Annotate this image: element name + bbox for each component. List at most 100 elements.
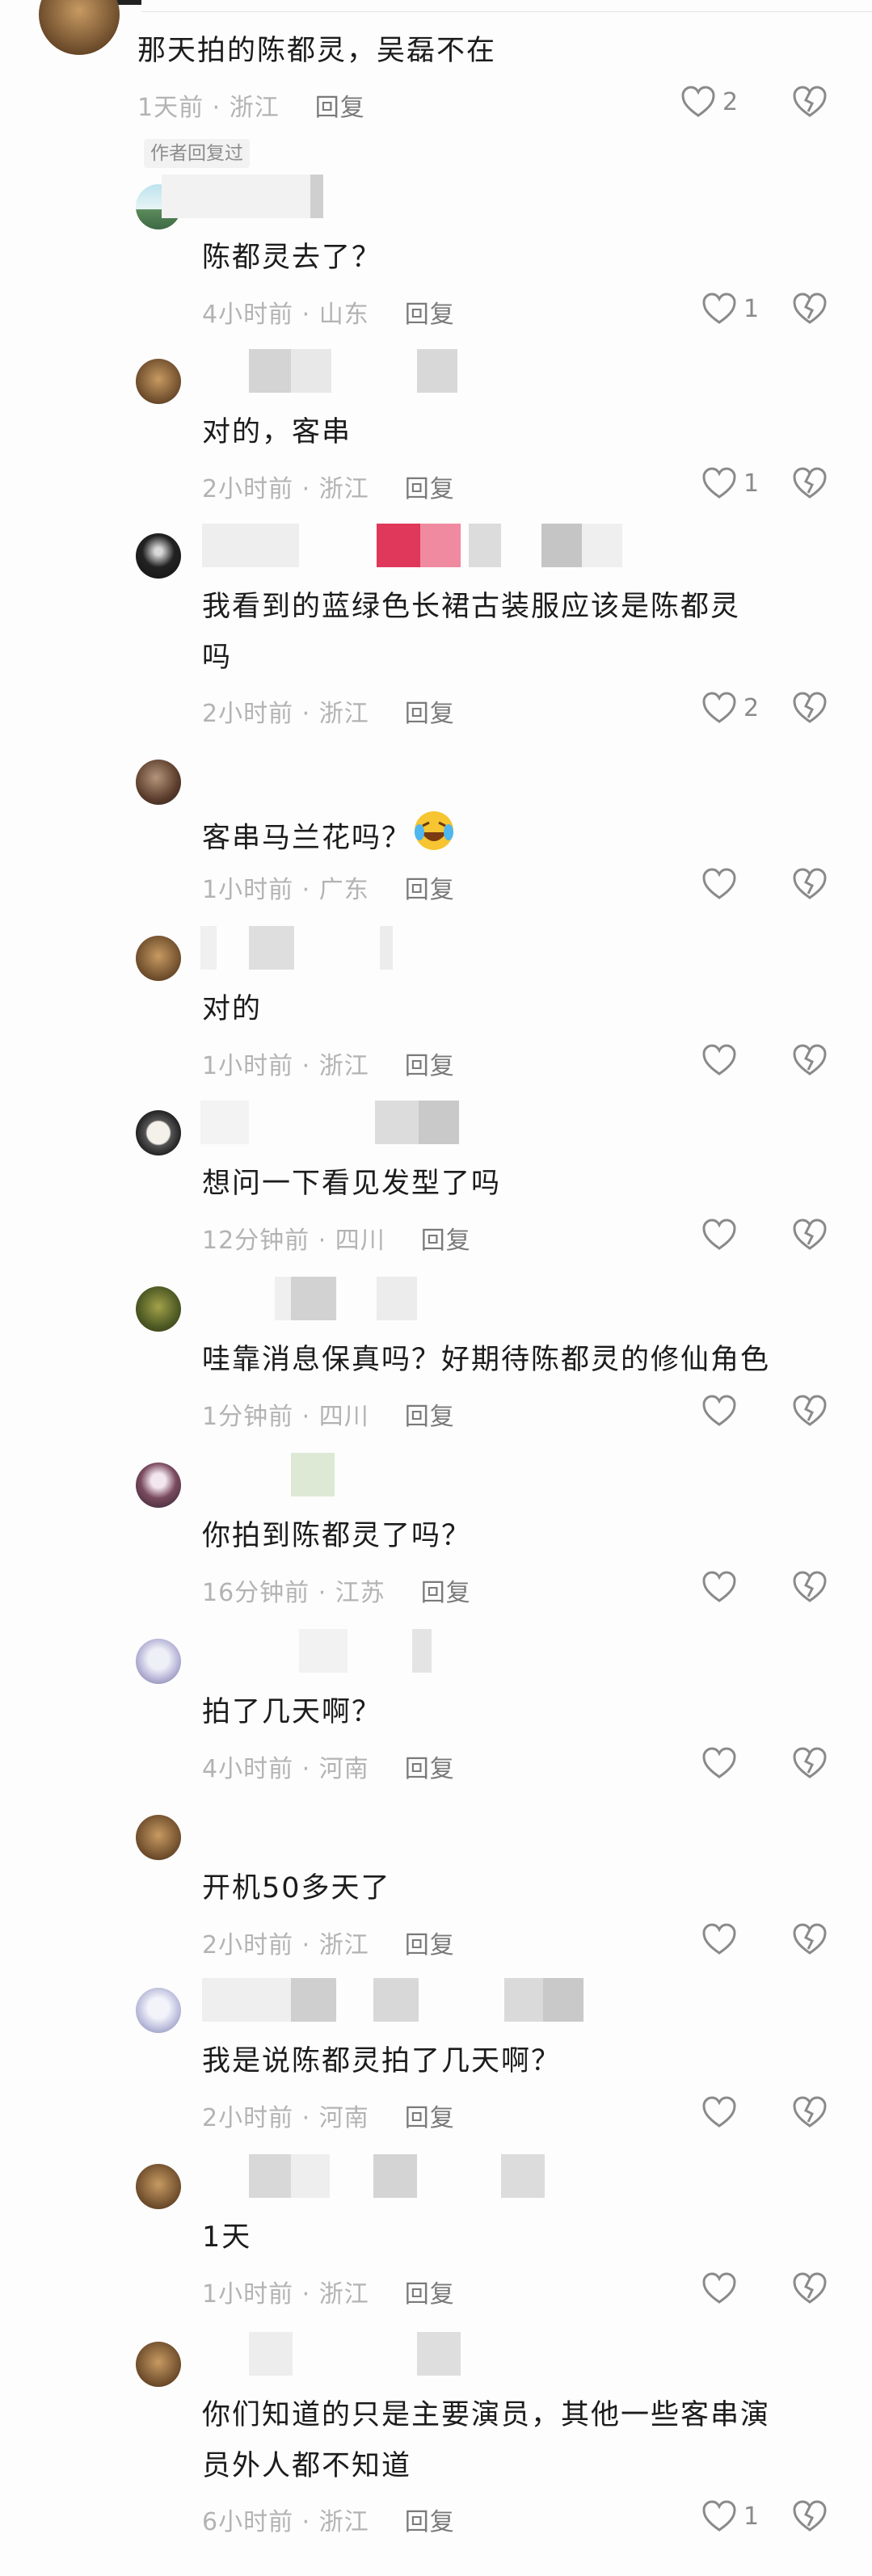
reply-location: 四川 xyxy=(335,1227,385,1255)
top-separator xyxy=(141,11,872,12)
comment-meta: 1天前 · 浙江 回复 xyxy=(137,87,365,123)
like-button[interactable] xyxy=(701,1395,744,1427)
reply-button[interactable]: 回复 xyxy=(421,1227,471,1255)
reply-meta: 4小时前 · 河南 回复 xyxy=(202,1749,455,1784)
username-redacted xyxy=(310,175,323,218)
avatar[interactable] xyxy=(136,1639,181,1684)
avatar[interactable] xyxy=(136,1988,181,2033)
username-redacted xyxy=(380,926,393,970)
reply-button[interactable]: 回复 xyxy=(405,1755,455,1783)
heart-icon xyxy=(701,2500,737,2532)
broken-heart-icon xyxy=(792,1571,828,1606)
reply-meta: 2小时前 · 浙江 回复 xyxy=(202,469,455,504)
dislike-button[interactable] xyxy=(792,2500,828,2536)
dislike-button[interactable] xyxy=(792,2272,828,2308)
broken-heart-icon xyxy=(792,2272,828,2308)
meta-separator: · xyxy=(293,2104,319,2132)
reply-button[interactable]: 回复 xyxy=(405,1931,455,1959)
reply-button[interactable]: 回复 xyxy=(421,1579,471,1607)
like-button[interactable] xyxy=(701,1044,744,1076)
broken-heart-icon xyxy=(792,293,828,328)
dislike-button[interactable] xyxy=(792,692,828,727)
reply-location: 浙江 xyxy=(318,2508,369,2536)
dislike-button[interactable] xyxy=(792,2096,828,2132)
username-redacted xyxy=(291,1978,336,2022)
meta-separator: · xyxy=(293,475,319,503)
broken-heart-icon xyxy=(792,2500,828,2536)
dislike-button[interactable] xyxy=(792,1044,828,1080)
reply-location: 浙江 xyxy=(318,1052,369,1080)
username-redacted xyxy=(249,2332,293,2376)
comment-location: 浙江 xyxy=(229,94,280,122)
reply-time: 2小时前 xyxy=(202,700,294,728)
reply-button[interactable]: 回复 xyxy=(405,700,455,728)
broken-heart-icon xyxy=(792,1219,828,1254)
heart-icon xyxy=(680,86,716,118)
avatar[interactable] xyxy=(136,2342,181,2387)
like-button[interactable]: 2 xyxy=(680,86,738,118)
dislike-button[interactable] xyxy=(792,1747,828,1783)
reply-button[interactable]: 回复 xyxy=(405,475,455,503)
reply-button[interactable]: 回复 xyxy=(405,2104,455,2132)
avatar[interactable] xyxy=(136,1463,181,1508)
meta-separator: · xyxy=(293,1052,319,1080)
username-redacted xyxy=(377,524,420,567)
dislike-button[interactable] xyxy=(792,293,828,328)
avatar[interactable] xyxy=(136,936,181,981)
reply-button[interactable]: 回复 xyxy=(405,301,455,329)
dislike-button[interactable] xyxy=(792,86,828,121)
avatar[interactable] xyxy=(136,1286,181,1332)
meta-separator: · xyxy=(293,1755,319,1783)
heart-icon xyxy=(701,293,737,325)
avatar[interactable] xyxy=(136,533,181,579)
like-button[interactable] xyxy=(701,1747,744,1779)
like-button[interactable] xyxy=(701,1219,744,1251)
dislike-button[interactable] xyxy=(792,1923,828,1959)
avatar[interactable] xyxy=(136,1110,181,1155)
reply-text: 拍了几天啊？ xyxy=(202,1696,382,1728)
reply-button[interactable]: 回复 xyxy=(405,876,455,904)
reply-time: 4小时前 xyxy=(202,301,294,329)
broken-heart-icon xyxy=(792,2096,828,2132)
username-redacted xyxy=(541,524,582,567)
like-button[interactable] xyxy=(701,1571,744,1603)
dislike-button[interactable] xyxy=(792,1395,828,1430)
avatar[interactable] xyxy=(136,359,181,404)
dislike-button[interactable] xyxy=(792,467,828,503)
avatar[interactable] xyxy=(39,0,120,55)
username-redacted xyxy=(543,1978,583,2022)
reply-button[interactable]: 回复 xyxy=(405,1052,455,1080)
reply-location: 广东 xyxy=(318,876,369,904)
username-redacted xyxy=(377,1277,417,1320)
reply-meta: 2小时前 · 浙江 回复 xyxy=(202,1925,455,1960)
reply-meta: 16分钟前 · 江苏 回复 xyxy=(202,1572,471,1608)
dislike-button[interactable] xyxy=(792,1571,828,1606)
like-button[interactable] xyxy=(701,2096,744,2128)
reply-button[interactable]: 回复 xyxy=(405,1403,455,1431)
avatar[interactable] xyxy=(136,2164,181,2209)
like-button[interactable] xyxy=(701,1923,744,1955)
like-button[interactable]: 2 xyxy=(701,692,759,724)
reply-button[interactable]: 回复 xyxy=(405,2280,455,2309)
username-redacted xyxy=(375,1101,419,1144)
username-redacted xyxy=(291,1453,335,1496)
like-button[interactable]: 1 xyxy=(701,467,759,499)
avatar[interactable] xyxy=(136,1815,181,1860)
broken-heart-icon xyxy=(792,467,828,503)
broken-heart-icon xyxy=(792,86,828,121)
reply-button[interactable]: 回复 xyxy=(405,2508,455,2536)
reply-button[interactable]: 回复 xyxy=(315,94,365,122)
reply-location: 四川 xyxy=(318,1403,369,1431)
meta-separator: · xyxy=(293,1403,319,1431)
reply-meta: 2小时前 · 河南 回复 xyxy=(202,2098,455,2133)
like-button[interactable] xyxy=(701,2272,744,2305)
reply-time: 12分钟前 xyxy=(202,1227,310,1255)
broken-heart-icon xyxy=(792,1395,828,1430)
dislike-button[interactable] xyxy=(792,868,828,903)
username-redacted xyxy=(249,926,294,970)
like-button[interactable] xyxy=(701,868,744,900)
avatar[interactable] xyxy=(136,760,181,805)
dislike-button[interactable] xyxy=(792,1219,828,1254)
like-button[interactable]: 1 xyxy=(701,2500,759,2532)
like-button[interactable]: 1 xyxy=(701,293,759,325)
